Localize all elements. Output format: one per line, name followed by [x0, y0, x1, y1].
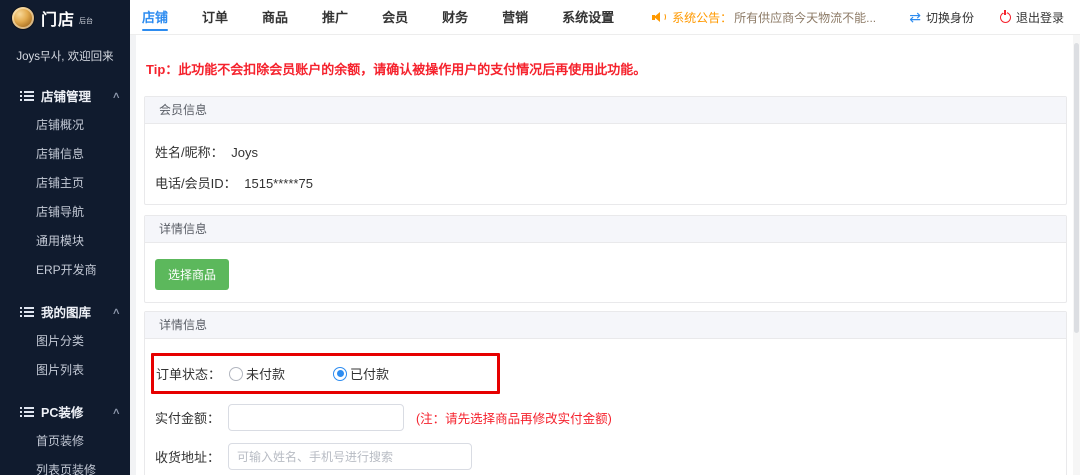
nav-tab-settings[interactable]: 系统设置 — [562, 0, 614, 35]
chevron-up-icon: ∧ — [112, 406, 121, 417]
radio-unpaid-label: 未付款 — [246, 364, 285, 383]
list-icon — [20, 407, 34, 417]
sidebar-item-image-categories[interactable]: 图片分类 — [0, 326, 130, 355]
sidebar-group-header-pc-decoration[interactable]: PC装修 ∧ — [0, 397, 130, 426]
nav-tab-store[interactable]: 店铺 — [142, 0, 168, 35]
sidebar-item-store-info[interactable]: 店铺信息 — [0, 139, 130, 168]
member-name-value: Joys — [231, 145, 258, 160]
sidebar-item-store-homepage[interactable]: 店铺主页 — [0, 168, 130, 197]
sidebar-item-store-overview[interactable]: 店铺概况 — [0, 110, 130, 139]
member-info-card: 会员信息 姓名/昵称： Joys 电话/会员ID： 1515*****75 — [144, 96, 1067, 205]
brand-subtitle: 后台 — [79, 16, 93, 26]
switch-identity-label: 切换身份 — [926, 9, 974, 26]
member-phone-label: 电话/会员ID： — [155, 176, 237, 191]
announcement-label: 系统公告： — [672, 9, 732, 26]
nav-tab-finance[interactable]: 财务 — [442, 0, 468, 35]
sidebar-group-label: 我的图库 — [41, 302, 113, 321]
chevron-up-icon: ∧ — [112, 306, 121, 317]
member-info-card-title: 会员信息 — [145, 97, 1066, 124]
sidebar-group-label: 店铺管理 — [41, 86, 113, 105]
tip-banner: Tip：此功能不会扣除会员账户的余额，请确认被操作用户的支付情况后再使用此功能。 — [146, 59, 1067, 78]
app-window: 门店 后台 店铺 订单 商品 推广 会员 财务 营销 系统设置 系统公告： 所有… — [0, 0, 1080, 475]
nav-tab-products[interactable]: 商品 — [262, 0, 288, 35]
sidebar-divider — [130, 35, 136, 475]
sidebar-group-header-store-management[interactable]: 店铺管理 ∧ — [0, 81, 130, 110]
sidebar-group-header-my-gallery[interactable]: 我的图库 ∧ — [0, 297, 130, 326]
radio-unpaid[interactable]: 未付款 — [229, 364, 285, 383]
brand-title: 门店 — [41, 6, 75, 30]
brand-logo[interactable]: 门店 后台 — [0, 0, 130, 35]
sidebar-item-listpage-decoration[interactable]: 列表页装修 — [0, 455, 130, 475]
logout-button[interactable]: 退出登录 — [1000, 9, 1064, 26]
top-navigation: 店铺 订单 商品 推广 会员 财务 营销 系统设置 系统公告： 所有供应商今天物… — [130, 0, 1080, 35]
switch-identity-button[interactable]: ⇄ 切换身份 — [909, 9, 974, 26]
sidebar: Joys무사, 欢迎回来 店铺管理 ∧ 店铺概况 店铺信息 店铺主页 店铺导航 … — [0, 35, 130, 475]
chevron-up-icon: ∧ — [112, 90, 121, 101]
list-icon — [20, 307, 34, 317]
logout-label: 退出登录 — [1016, 9, 1064, 26]
sidebar-item-store-navigation[interactable]: 店铺导航 — [0, 197, 130, 226]
paid-amount-row: 实付金额： (注：请先选择商品再修改实付金额) — [155, 404, 1052, 431]
top-actions: ⇄ 切换身份 退出登录 — [909, 9, 1064, 26]
member-name-label: 姓名/昵称： — [155, 145, 224, 160]
system-announcement[interactable]: 系统公告： 所有供应商今天物流不能... — [652, 9, 876, 26]
select-product-button[interactable]: 选择商品 — [155, 259, 229, 290]
brand-emblem-icon — [12, 7, 34, 29]
sidebar-item-homepage-decoration[interactable]: 首页装修 — [0, 426, 130, 455]
nav-tab-marketing[interactable]: 营销 — [502, 0, 528, 35]
sidebar-item-common-modules[interactable]: 通用模块 — [0, 226, 130, 255]
member-phone-value: 1515*****75 — [244, 176, 313, 191]
product-select-card-body: 选择商品 — [145, 243, 1066, 302]
order-status-highlight-box: 订单状态： 未付款 已付款 — [151, 353, 500, 394]
member-name-line: 姓名/昵称： Joys — [155, 142, 1052, 161]
scrollbar-thumb[interactable] — [1074, 43, 1079, 333]
radio-paid-icon[interactable] — [333, 367, 347, 381]
order-detail-card-title: 详情信息 — [145, 312, 1066, 339]
paid-amount-label: 实付金额： — [155, 408, 220, 427]
member-info-card-body: 姓名/昵称： Joys 电话/会员ID： 1515*****75 — [145, 124, 1066, 204]
address-search-row: 收货地址： — [155, 443, 1052, 470]
order-status-row: 订单状态： 未付款 已付款 — [156, 364, 437, 383]
order-detail-card: 详情信息 订单状态： 未付款 已付款 — [144, 311, 1067, 475]
speaker-icon — [652, 11, 667, 23]
paid-amount-note: (注：请先选择商品再修改实付金额) — [416, 408, 612, 427]
main-content: Tip：此功能不会扣除会员账户的余额，请确认被操作用户的支付情况后再使用此功能。… — [136, 35, 1073, 475]
nav-tab-orders[interactable]: 订单 — [202, 0, 228, 35]
announcement-text: 所有供应商今天物流不能... — [734, 9, 876, 26]
sidebar-item-erp-developer[interactable]: ERP开发商 — [0, 255, 130, 284]
vertical-scrollbar[interactable] — [1073, 35, 1080, 475]
order-detail-card-body: 订单状态： 未付款 已付款 实付金额： (注：请先选择商品 — [145, 339, 1066, 475]
sidebar-group-my-gallery: 我的图库 ∧ 图片分类 图片列表 — [0, 297, 130, 384]
radio-paid[interactable]: 已付款 — [333, 364, 389, 383]
member-phone-line: 电话/会员ID： 1515*****75 — [155, 173, 1052, 192]
radio-unpaid-icon[interactable] — [229, 367, 243, 381]
swap-arrows-icon: ⇄ — [909, 10, 921, 24]
product-select-card-title: 详情信息 — [145, 216, 1066, 243]
sidebar-group-label: PC装修 — [41, 402, 113, 421]
address-search-label: 收货地址： — [155, 447, 220, 466]
order-status-label: 订单状态： — [156, 364, 221, 383]
product-select-card: 详情信息 选择商品 — [144, 215, 1067, 303]
address-search-input[interactable] — [228, 443, 472, 470]
sidebar-group-store-management: 店铺管理 ∧ 店铺概况 店铺信息 店铺主页 店铺导航 通用模块 ERP开发商 — [0, 81, 130, 284]
sidebar-group-pc-decoration: PC装修 ∧ 首页装修 列表页装修 — [0, 397, 130, 475]
power-icon — [1000, 12, 1011, 23]
radio-paid-label: 已付款 — [350, 364, 389, 383]
nav-tab-members[interactable]: 会员 — [382, 0, 408, 35]
sidebar-item-image-list[interactable]: 图片列表 — [0, 355, 130, 384]
nav-tab-promotion[interactable]: 推广 — [322, 0, 348, 35]
user-greeting: Joys무사, 欢迎回来 — [0, 35, 130, 68]
list-icon — [20, 91, 34, 101]
paid-amount-input[interactable] — [228, 404, 404, 431]
